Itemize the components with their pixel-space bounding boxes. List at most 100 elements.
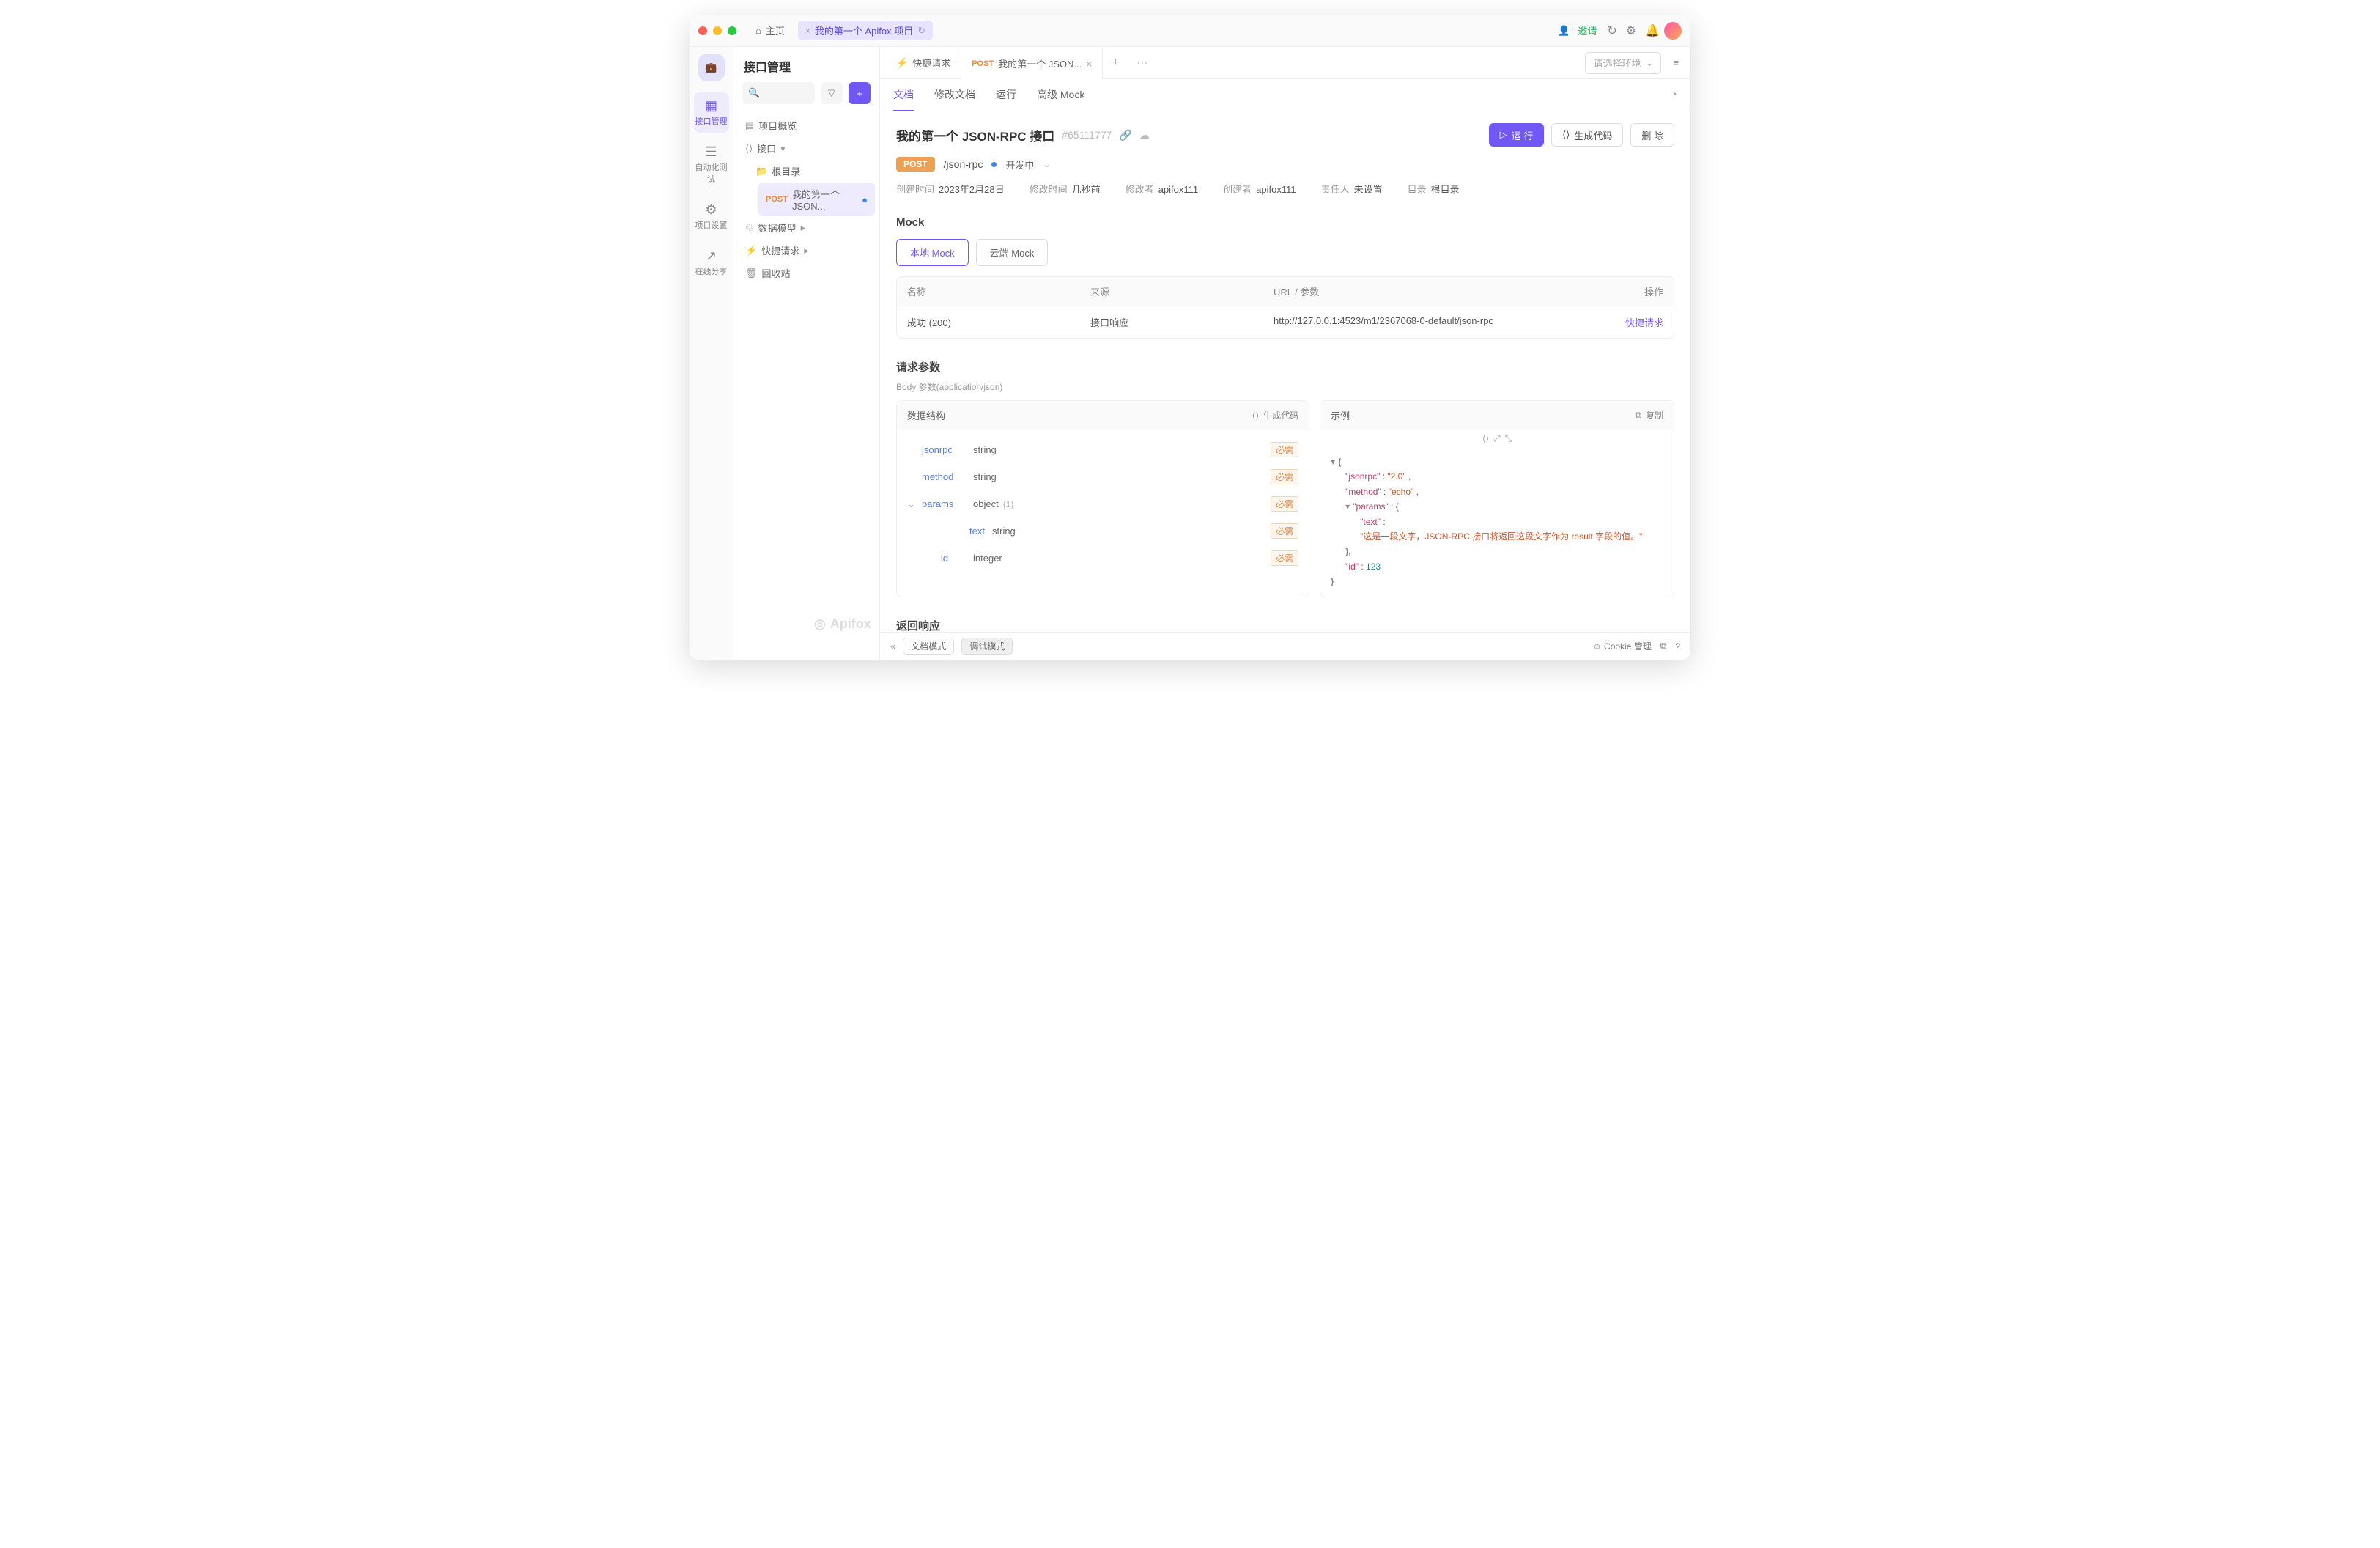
api-title: 我的第一个 JSON-RPC 接口 (896, 126, 1054, 144)
mock-hdr-source: 来源 (1090, 284, 1274, 298)
resp-section-title: 返回响应 (896, 618, 1674, 632)
tab-add[interactable]: + (1103, 56, 1127, 70)
settings-icon[interactable]: ⚙ (1622, 21, 1641, 41)
field-row: jsonrpcstring必需 (907, 436, 1298, 463)
sync-icon[interactable]: ↻ (1603, 21, 1621, 41)
tree-api-item[interactable]: POST 我的第一个 JSON... ● (758, 183, 875, 216)
tree-quick[interactable]: ⚡快捷请求 ▸ (738, 239, 875, 262)
tab-more[interactable]: ⋯ (1128, 56, 1157, 70)
field-row: ⌄paramsobject{1}必需 (907, 490, 1298, 517)
bolt-icon: ⚡ (896, 57, 908, 69)
plus-icon: + (857, 88, 862, 99)
cloud-icon[interactable]: ☁ (1139, 129, 1150, 141)
method-badge: POST (896, 157, 935, 172)
chevron-down-icon: ⌄ (1646, 57, 1654, 69)
tree-root-folder[interactable]: 📁根目录 (748, 160, 875, 183)
add-button[interactable]: + (849, 82, 871, 104)
api-id: #65111777 (1062, 129, 1112, 141)
model-icon: ♲ (745, 222, 754, 234)
filter-button[interactable]: ▽ (821, 82, 843, 104)
search-icon: 🔍 (748, 87, 760, 99)
meta-row: 创建时间2023年2月28日 修改时间几秒前 修改者apifox111 创建者a… (896, 182, 1674, 196)
req-subtitle: Body 参数(application/json) (896, 380, 1674, 393)
brand-icon: 💼 (698, 54, 725, 81)
user-plus-icon: 👤⁺ (1558, 25, 1575, 37)
run-button[interactable]: ▷运 行 (1489, 123, 1545, 147)
chevron-right-icon: ▸ (804, 245, 809, 257)
tab-api[interactable]: POST我的第一个 JSON...× (961, 47, 1103, 79)
menu-icon[interactable]: ≡ (1667, 57, 1685, 68)
tree-overview[interactable]: ▤项目概览 (738, 114, 875, 137)
collapse-icon[interactable]: « (890, 641, 895, 652)
mock-tab-local[interactable]: 本地 Mock (896, 239, 969, 266)
mock-row-action[interactable]: 快捷请求 (1612, 315, 1663, 329)
api-icon: ▦ (694, 98, 729, 114)
api-path: /json-rpc (944, 158, 983, 170)
sidebar-item-api[interactable]: ▦接口管理 (694, 92, 729, 133)
req-section-title: 请求参数 (896, 359, 1674, 375)
test-icon: ☰ (694, 144, 729, 160)
cookie-link[interactable]: ☺ Cookie 管理 (1592, 640, 1651, 652)
sidebar-item-settings[interactable]: ⚙项目设置 (694, 196, 729, 237)
home-tab[interactable]: ⌂ 主页 (750, 21, 791, 40)
sidebar-item-share[interactable]: ↗在线分享 (694, 243, 729, 283)
window-controls[interactable] (698, 26, 736, 35)
gen-code-link[interactable]: ⟨⟩生成代码 (1252, 409, 1298, 421)
mock-hdr-name: 名称 (907, 284, 1090, 298)
bell-icon[interactable]: 🔔 (1641, 21, 1664, 41)
project-tab[interactable]: × 我的第一个 Apifox 项目 ↻ (798, 21, 933, 40)
mock-hdr-url: URL / 参数 (1274, 284, 1612, 298)
tree-trash[interactable]: 🗑回收站 (738, 262, 875, 284)
refresh-icon[interactable]: ↻ (917, 25, 925, 37)
tab-quick[interactable]: ⚡快捷请求 (886, 47, 961, 79)
field-row: textstring必需 (926, 517, 1298, 545)
mock-hdr-action: 操作 (1612, 284, 1663, 298)
help-icon[interactable]: ? (1675, 641, 1680, 652)
code-icon: ⟨⟩ (1252, 410, 1259, 421)
chevron-down-icon[interactable]: ⌄ (907, 498, 917, 510)
sidebar-item-test[interactable]: ☰自动化测试 (694, 139, 729, 191)
chevron-down-icon: ▾ (780, 143, 786, 155)
vars-icon[interactable]: ⧉ (1660, 641, 1667, 652)
chevron-right-icon: ▸ (801, 222, 806, 234)
trash-icon: 🗑 (745, 268, 758, 279)
close-icon[interactable]: × (805, 26, 810, 36)
json-example: ▾{ "jsonrpc" : "2.0" , "method" : "echo"… (1320, 447, 1674, 597)
project-tab-label: 我的第一个 Apifox 项目 (815, 23, 913, 37)
filter-icon: ▽ (828, 87, 835, 99)
status-dot (991, 162, 997, 167)
history-icon[interactable]: ◔ (1670, 89, 1677, 102)
code-icon: ⟨⟩ (1562, 129, 1570, 141)
invite-button[interactable]: 👤⁺邀请 (1552, 21, 1603, 40)
doc-mode-pill[interactable]: 文档模式 (903, 638, 954, 655)
close-icon[interactable]: × (1086, 58, 1092, 70)
debug-mode-pill[interactable]: 调试模式 (961, 638, 1013, 655)
subtab-edit[interactable]: 修改文档 (934, 79, 975, 111)
field-row: idinteger必需 (907, 545, 1298, 572)
bolt-icon: ⚡ (745, 245, 757, 257)
play-icon: ▷ (1500, 129, 1507, 141)
doc-icon: ▤ (745, 120, 754, 132)
share-icon: ↗ (694, 248, 729, 264)
search-input[interactable]: 🔍 (742, 82, 815, 104)
chevron-down-icon[interactable]: ⌄ (1043, 158, 1051, 170)
copy-link[interactable]: ⧉复制 (1635, 409, 1663, 421)
tree-data-model[interactable]: ♲数据模型 ▸ (738, 216, 875, 239)
home-label: 主页 (766, 23, 785, 37)
avatar[interactable] (1664, 22, 1682, 40)
subtab-doc[interactable]: 文档 (893, 79, 914, 111)
delete-button[interactable]: 删 除 (1630, 123, 1674, 147)
env-select[interactable]: 请选择环境⌄ (1585, 52, 1661, 74)
subtab-run[interactable]: 运行 (996, 79, 1016, 111)
subtab-mock[interactable]: 高级 Mock (1037, 79, 1084, 111)
copy-icon: ⧉ (1635, 410, 1641, 421)
gear-icon: ⚙ (694, 202, 729, 218)
mock-section-title: Mock (896, 216, 1674, 229)
tree-api[interactable]: ⟨⟩接口 ▾ (738, 137, 875, 160)
link-icon[interactable]: 🔗 (1119, 129, 1131, 141)
dot-icon: ● (862, 194, 868, 205)
json-controls[interactable]: ⟨⟩⤢⤡ (1320, 430, 1674, 447)
mock-tab-cloud[interactable]: 云端 Mock (976, 239, 1049, 266)
home-icon: ⌂ (755, 25, 761, 36)
gen-code-button[interactable]: ⟨⟩生成代码 (1551, 123, 1623, 147)
